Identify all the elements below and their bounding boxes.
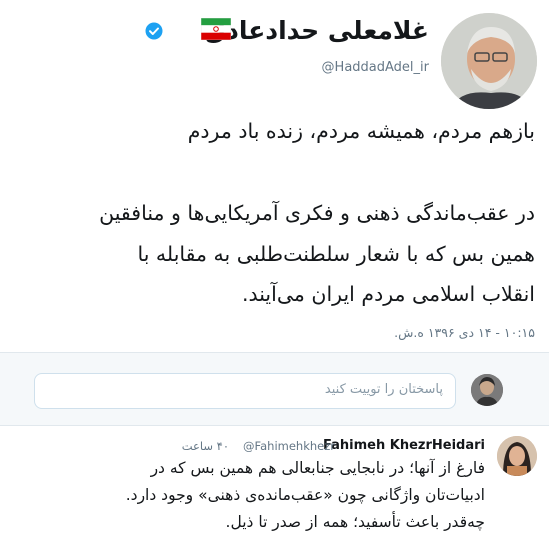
reply-text-line-3: چه‌قدر باعث تأسفید؛ همه از صدر تا ذیل. (225, 513, 485, 531)
reply-time[interactable]: ۴۰ ساعت (182, 439, 229, 453)
tweet-timestamp[interactable]: ۱۰:۱۵ - ۱۴ دی ۱۳۹۶ ه.ش. (394, 325, 535, 340)
reply-author-avatar[interactable] (497, 436, 537, 476)
user-handle[interactable]: @HaddadAdel_ir (322, 60, 429, 75)
reply-placeholder: پاسختان را توییت کنید (324, 382, 443, 397)
profile-avatar[interactable] (441, 13, 537, 109)
verified-badge-icon (145, 22, 163, 40)
reply-text-line-1: فارغ از آنها؛ در نابجایی جنابعالی هم همی… (150, 459, 485, 477)
reply-author-name[interactable]: Fahimeh KhezrHeidari (323, 438, 485, 453)
reply-text-line-2: ادبیات‌تان واژگانی چون «عقب‌مانده‌ی ذهنی… (125, 486, 485, 504)
current-user-avatar (471, 374, 503, 406)
tweet-text-line-4: انقلاب اسلامی مردم ایران می‌آیند. (241, 282, 535, 306)
tweet-text-line-3: همین بس که با شعار سلطنت‌طلبی به مقابله … (137, 242, 535, 266)
display-name[interactable]: غلامعلی حدادعادل (204, 16, 429, 45)
tweet-text-line-1: بازهم مردم، همیشه مردم، زنده باد مردم (187, 119, 535, 143)
avatar-portrait (441, 13, 537, 109)
reply-author-handle[interactable]: @Fahimehkhezr (243, 439, 335, 453)
tweet-text-line-2: در عقب‌ماندگی ذهنی و فکری آمریکایی‌ها و … (99, 201, 535, 225)
iran-flag-icon (200, 17, 232, 41)
divider (0, 425, 549, 426)
